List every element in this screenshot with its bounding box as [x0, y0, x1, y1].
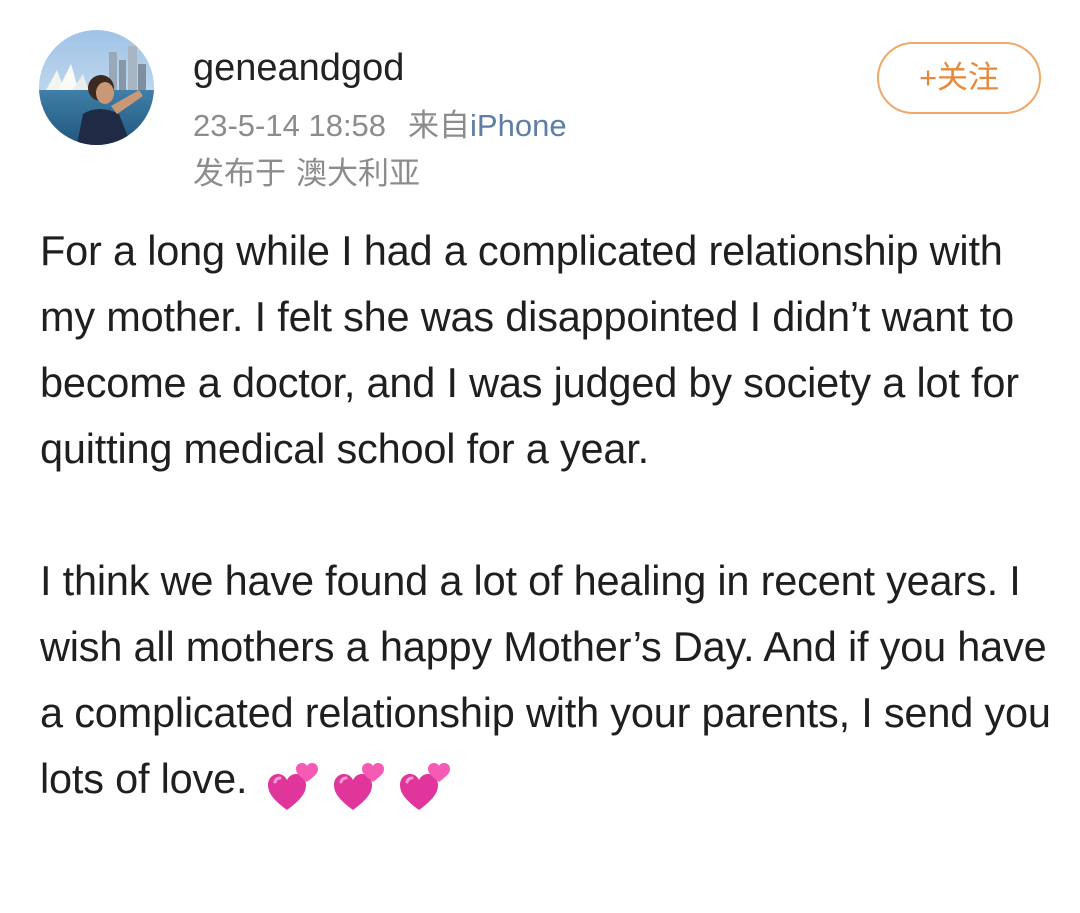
two-hearts-icon — [397, 760, 453, 816]
source-prefix: 来自 — [408, 108, 471, 143]
post-paragraph: For a long while I had a complicated rel… — [40, 227, 1019, 472]
author-username[interactable]: geneandgod — [193, 44, 404, 92]
post-paragraph-last: I think we have found a lot of healing i… — [40, 548, 1060, 818]
post-header: geneandgod 23-5-14 18:58 来自iPhone 发布于 澳大利亚… — [0, 0, 1080, 200]
two-hearts-icon — [265, 760, 321, 816]
location-prefix: 发布于 — [193, 156, 286, 191]
post-timestamp: 23-5-14 18:58 — [193, 108, 387, 143]
avatar[interactable] — [39, 30, 154, 145]
heart-emoji-group — [265, 752, 463, 818]
post-location: 发布于 澳大利亚 — [193, 154, 420, 194]
source-device-link[interactable]: iPhone — [470, 108, 567, 143]
two-hearts-icon — [331, 760, 387, 816]
follow-button[interactable]: +关注 — [877, 42, 1041, 114]
post-body: For a long while I had a complicated rel… — [40, 218, 1060, 818]
post-meta: 23-5-14 18:58 来自iPhone — [193, 106, 567, 146]
post-paragraph-text: I think we have found a lot of healing i… — [40, 557, 1051, 802]
location-value: 澳大利亚 — [296, 156, 420, 191]
avatar-photo — [39, 30, 154, 145]
